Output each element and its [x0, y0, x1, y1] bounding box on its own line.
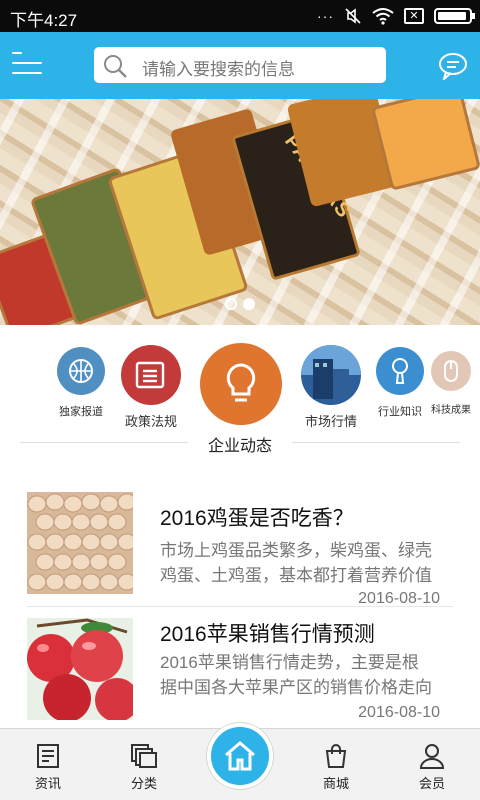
banner-dot-2[interactable]	[243, 298, 255, 310]
user-icon	[419, 744, 445, 769]
menu-icon	[12, 52, 22, 54]
search-bar[interactable]: 请输入要搜索的信息	[94, 47, 386, 83]
lightbulb-icon	[200, 343, 282, 425]
nav-item-shop[interactable]: 商城	[306, 743, 366, 792]
status-bar: 下午4:27 ··· ✕	[0, 0, 480, 32]
news-title: 2016鸡蛋是否吃香？	[160, 507, 354, 530]
nav-item-category[interactable]: 分类	[114, 743, 174, 792]
news-desc: 2016苹果销售行情走势，主要是根 据中国各大苹果产区的销售价格走向	[160, 650, 445, 700]
category-label: 独家报道	[59, 406, 103, 418]
news-desc: 市场上鸡蛋品类繁多，柴鸡蛋、绿壳 鸡蛋、土鸡蛋，基本都打着营养价值	[160, 538, 445, 588]
basketball-icon	[57, 347, 105, 395]
shopping-bag-icon	[325, 744, 347, 768]
battery-icon	[434, 8, 475, 24]
news-desc-line: 据中国各大苹果产区的销售价格走向	[160, 678, 432, 697]
category-icon	[131, 744, 157, 768]
nav-label: 资讯	[34, 776, 61, 791]
banner-carousel[interactable]: PALETAS	[0, 99, 480, 325]
category-label: 政策法规	[124, 414, 177, 429]
news-desc-line: 市场上鸡蛋品类繁多，柴鸡蛋、绿壳	[160, 541, 432, 560]
category-label: 市场行情	[304, 414, 357, 429]
nav-label: 商城	[322, 776, 349, 791]
eggs-photo	[27, 492, 133, 594]
microphone-icon	[376, 347, 424, 395]
nav-item-member[interactable]: 会员	[402, 743, 462, 792]
building-photo-icon	[301, 345, 361, 405]
news-title: 2016苹果销售行情预测	[160, 623, 375, 646]
document-icon	[121, 345, 181, 405]
news-desc-line: 2016苹果销售行情走势，主要是根	[160, 653, 419, 672]
news-separator	[27, 606, 453, 607]
app-header: 请输入要搜索的信息	[0, 32, 480, 99]
banner-pagination	[0, 297, 480, 315]
news-item[interactable]: 2016鸡蛋是否吃香？ 市场上鸡蛋品类繁多，柴鸡蛋、绿壳 鸡蛋、土鸡蛋，基本都打…	[0, 492, 480, 620]
home-icon	[225, 741, 255, 771]
news-date: 2016-08-10	[358, 704, 440, 721]
menu-button[interactable]	[12, 52, 42, 78]
category-selected-label: 企业动态	[207, 438, 272, 455]
nav-label: 分类	[130, 776, 157, 791]
more-dots-icon: ···	[317, 8, 334, 24]
news-desc-line: 鸡蛋、土鸡蛋，基本都打着营养价值	[160, 566, 432, 585]
wifi-icon	[372, 8, 394, 25]
home-button[interactable]	[207, 723, 273, 789]
banner-dot-1[interactable]	[225, 298, 237, 310]
category-item-6[interactable]: 科技成果	[428, 351, 474, 416]
category-label: 行业知识	[378, 406, 422, 418]
status-time: 下午4:27	[10, 11, 78, 30]
mouse-icon	[431, 351, 471, 391]
category-item-5[interactable]: 行业知识	[372, 347, 428, 419]
category-label: 科技成果	[431, 405, 471, 416]
category-item-2[interactable]: 政策法规	[118, 345, 184, 430]
news-icon	[37, 744, 59, 768]
apples-photo	[27, 618, 133, 720]
mute-icon	[345, 8, 361, 24]
search-placeholder: 请输入要搜索的信息	[142, 60, 295, 79]
no-sim-icon: ✕	[404, 8, 424, 24]
search-icon	[104, 55, 127, 78]
category-item-3[interactable]	[198, 343, 284, 425]
nav-item-news[interactable]: 资讯	[18, 743, 78, 792]
nav-label: 会员	[418, 776, 445, 791]
category-item-4[interactable]: 市场行情	[298, 345, 364, 430]
message-icon[interactable]	[438, 52, 468, 80]
category-item-1[interactable]: 独家报道	[52, 347, 110, 419]
status-icons: ··· ✕	[317, 7, 475, 25]
